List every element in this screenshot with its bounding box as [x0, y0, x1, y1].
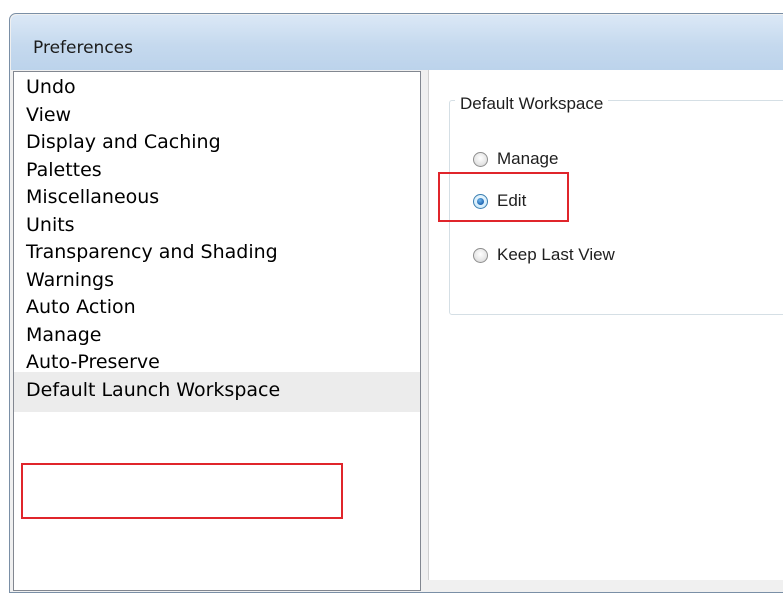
radio-manage-button[interactable] [473, 151, 488, 167]
radio-keep-last-view-button[interactable] [473, 247, 488, 263]
preferences-window: Preferences Undo View Display and Cachin… [0, 0, 783, 593]
default-workspace-legend: Default Workspace [455, 94, 609, 114]
radio-edit-button[interactable] [473, 193, 488, 209]
window-title: Preferences [33, 38, 133, 58]
radio-manage[interactable]: Manage [473, 147, 558, 171]
radio-keep-last-view[interactable]: Keep Last View [473, 243, 615, 267]
radio-edit[interactable]: Edit [473, 189, 526, 213]
radio-manage-label: Manage [497, 149, 559, 168]
radio-keep-last-view-label: Keep Last View [497, 245, 615, 264]
category-item-default-launch-workspace[interactable]: Default Launch Workspace [14, 372, 420, 412]
radio-edit-label: Edit [497, 191, 527, 210]
category-list[interactable]: Undo View Display and Caching Palettes M… [13, 71, 421, 591]
title-bar[interactable]: Preferences [11, 15, 783, 70]
